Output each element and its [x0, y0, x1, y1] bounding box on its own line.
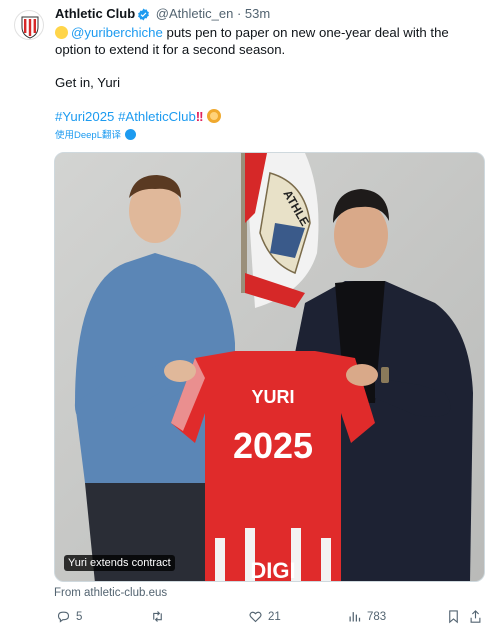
separator: · [236, 6, 242, 21]
media-caption-badge: Yuri extends contract [64, 555, 175, 571]
retweet-button[interactable] [150, 609, 165, 624]
hashtag-athleticclub[interactable]: #AthleticClub [118, 109, 196, 124]
author-handle[interactable]: @Athletic_en [156, 6, 234, 21]
retweet-icon [153, 611, 162, 622]
view-count: 783 [367, 610, 387, 623]
jersey-name: YURI [251, 387, 294, 407]
club-crest-icon [21, 16, 39, 39]
mention-link[interactable]: @yuriberchiche [71, 25, 163, 40]
lion-emoji-icon [206, 109, 221, 123]
timestamp[interactable]: 53m [245, 6, 270, 21]
right-hand [346, 364, 378, 386]
translate-icon [125, 129, 136, 140]
like-count: 21 [268, 610, 281, 623]
translate-link[interactable]: 使用DeepL翻译 [55, 127, 136, 141]
jersey-number: 2025 [233, 425, 313, 466]
card-source[interactable]: From athletic-club.eus [54, 587, 167, 599]
wristwatch [381, 367, 389, 383]
share-icon [470, 610, 481, 623]
reply-count: 5 [76, 610, 83, 623]
tweet-photo[interactable]: ATHLE YURI 2025 DIGI [54, 152, 485, 582]
reply-icon [57, 611, 70, 623]
jersey-sponsor: DIGI [250, 558, 295, 582]
views-chart-icon [349, 612, 361, 622]
heart-icon [249, 611, 262, 623]
tweet-text: @yuriberchiche puts pen to paper on new … [55, 24, 485, 58]
hashtags: #Yuri2025 #AthleticClub!! [55, 108, 221, 125]
translate-label: 使用DeepL翻译 [55, 130, 121, 141]
avatar[interactable] [14, 10, 44, 40]
tweet-header: Athletic Club @Athletic_en · 53m [55, 6, 270, 25]
reply-button[interactable]: 5 [56, 609, 82, 624]
hashtag-yuri2025[interactable]: #Yuri2025 [55, 109, 114, 124]
action-bar: 5 21 783 [54, 609, 485, 629]
sun-emoji-icon [55, 26, 68, 39]
author-name[interactable]: Athletic Club [55, 6, 135, 21]
share-button[interactable] [468, 609, 483, 624]
like-button[interactable]: 21 [248, 609, 281, 624]
views-button[interactable]: 783 [347, 609, 386, 624]
bookmark-icon [449, 610, 458, 624]
tweet-line-2: Get in, Yuri [55, 75, 120, 90]
tweet: Athletic Club @Athletic_en · 53m @yuribe… [0, 0, 497, 630]
left-hand [164, 360, 196, 382]
photo-illustration: ATHLE YURI 2025 DIGI [55, 153, 484, 582]
double-exclamation-emoji: !! [195, 109, 204, 124]
verified-badge-icon [137, 8, 150, 25]
bookmark-button[interactable] [446, 609, 461, 624]
